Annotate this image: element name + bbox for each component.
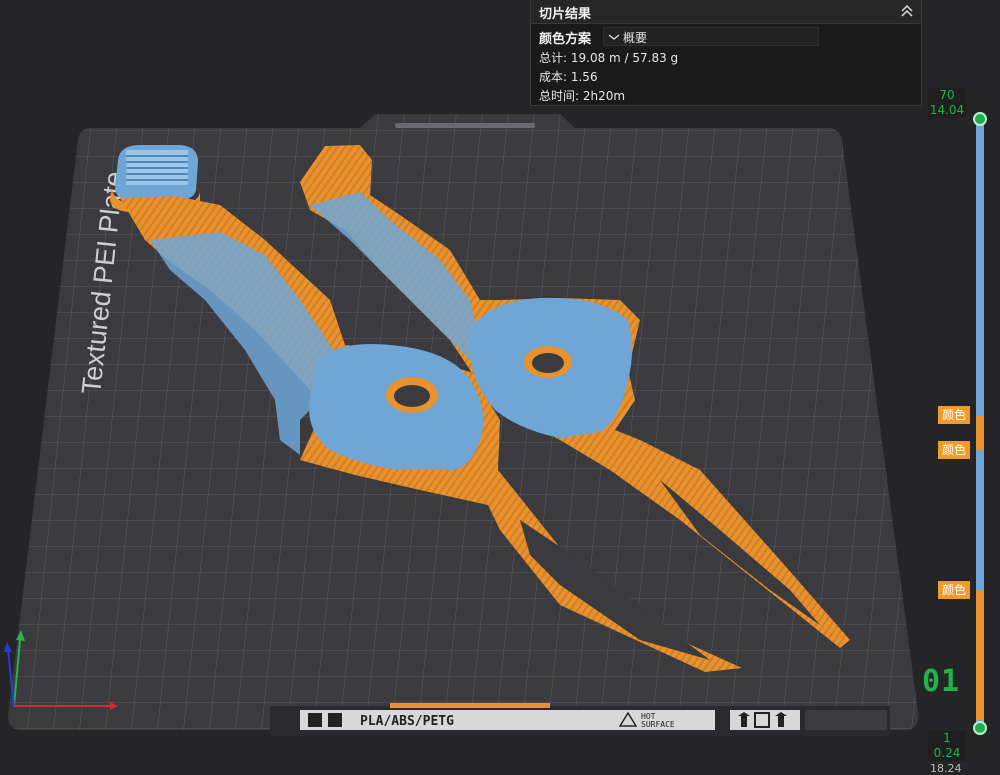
- bottom-layer-height: 0.24: [928, 746, 966, 761]
- current-layer-indicator: 01: [922, 664, 961, 699]
- color-change-segment-1: [976, 416, 984, 450]
- color-change-tag-1[interactable]: 颜色: [938, 406, 970, 424]
- collapse-icon[interactable]: [899, 3, 915, 19]
- 3d-viewport[interactable]: Textured PEI Plate PLA/ABS/PETG HOT SURF…: [0, 0, 1000, 772]
- filament-type-text: PLA/ABS/PETG: [360, 714, 454, 729]
- color-change-tag-3[interactable]: 颜色: [938, 581, 970, 599]
- bottom-layer-handle[interactable]: [973, 721, 987, 735]
- color-scheme-label: 颜色方案: [539, 32, 592, 47]
- total-stat: 总计: 19.08 m / 57.83 g: [539, 51, 679, 65]
- slice-result-title: 切片结果: [539, 7, 592, 22]
- hot-surface-text-2: SURFACE: [641, 720, 675, 729]
- bottom-layer-number: 1: [928, 731, 966, 746]
- total-time-stat: 总时间: 2h20m: [539, 89, 626, 103]
- chevron-down-icon: [608, 34, 620, 40]
- color-scheme-value: 概要: [623, 31, 648, 45]
- slice-result-panel: 切片结果 颜色方案 概要 总计: 19.08 m / 57.83 g 成本: 1…: [530, 0, 922, 106]
- slice-result-header[interactable]: 切片结果: [531, 0, 921, 24]
- color-change-segment-2: [976, 590, 984, 720]
- top-layer-height: 14.04: [928, 103, 966, 118]
- cost-stat: 成本: 1.56: [539, 70, 598, 84]
- corner-readout: 18.24: [930, 762, 962, 775]
- color-scheme-select[interactable]: 概要: [603, 27, 819, 46]
- color-change-tag-2[interactable]: 颜色: [938, 441, 970, 459]
- top-layer-handle[interactable]: [973, 112, 987, 126]
- top-layer-number: 70: [928, 88, 966, 103]
